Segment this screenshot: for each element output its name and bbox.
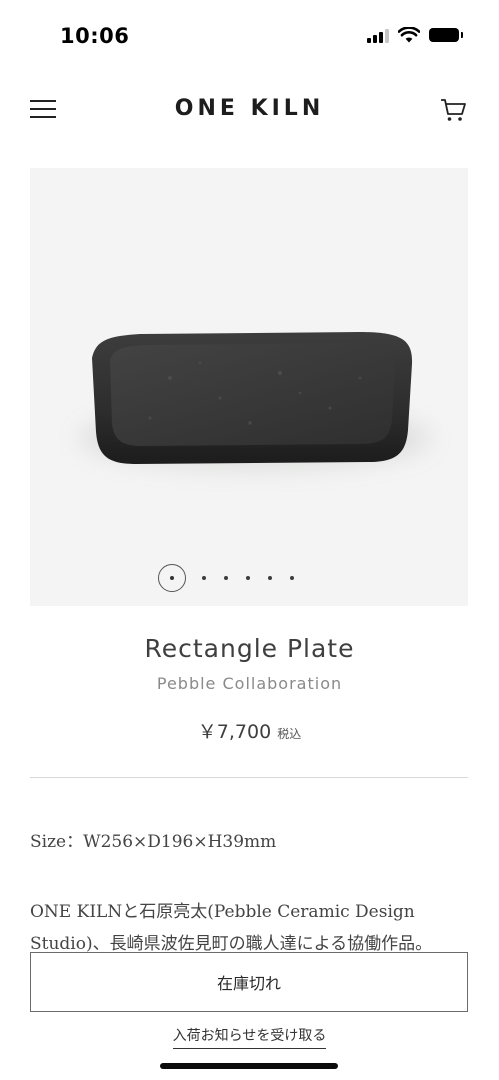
shopping-cart-icon[interactable]	[439, 96, 467, 124]
product-subtitle: Pebble Collaboration	[156, 674, 343, 693]
gallery-dot[interactable]	[268, 576, 272, 580]
battery-icon	[429, 28, 463, 42]
gallery-dot[interactable]	[224, 576, 228, 580]
gallery-dot[interactable]	[290, 576, 294, 580]
site-logo[interactable]: ONE KILN	[0, 96, 499, 121]
divider	[30, 777, 468, 778]
wifi-icon	[398, 27, 420, 43]
home-indicator	[160, 1063, 338, 1069]
status-icons	[367, 27, 463, 43]
product-title: Rectangle Plate	[144, 634, 355, 663]
restock-notify-link[interactable]: 入荷お知らせを受け取る	[172, 1028, 327, 1049]
cellular-signal-icon	[367, 27, 389, 43]
price-value: ￥7,700	[197, 721, 272, 743]
out-of-stock-button[interactable]: 在庫切れ	[30, 952, 468, 1012]
status-bar: 10:06	[0, 0, 499, 70]
status-time: 10:06	[60, 24, 130, 48]
gallery-dot[interactable]	[202, 576, 206, 580]
tax-label: 税込	[277, 727, 302, 741]
product-image	[92, 332, 413, 464]
gallery-dot[interactable]	[246, 576, 250, 580]
product-price: ￥7,700 税込	[0, 717, 499, 744]
site-header: ONE KILN	[0, 88, 499, 132]
product-gallery[interactable]	[30, 168, 468, 606]
restock-notify: 入荷お知らせを受け取る	[0, 1025, 499, 1049]
gallery-pagination	[30, 564, 468, 592]
product-size: Size：W256×D196×H39mm	[30, 832, 277, 852]
gallery-dot-active[interactable]	[158, 564, 186, 592]
